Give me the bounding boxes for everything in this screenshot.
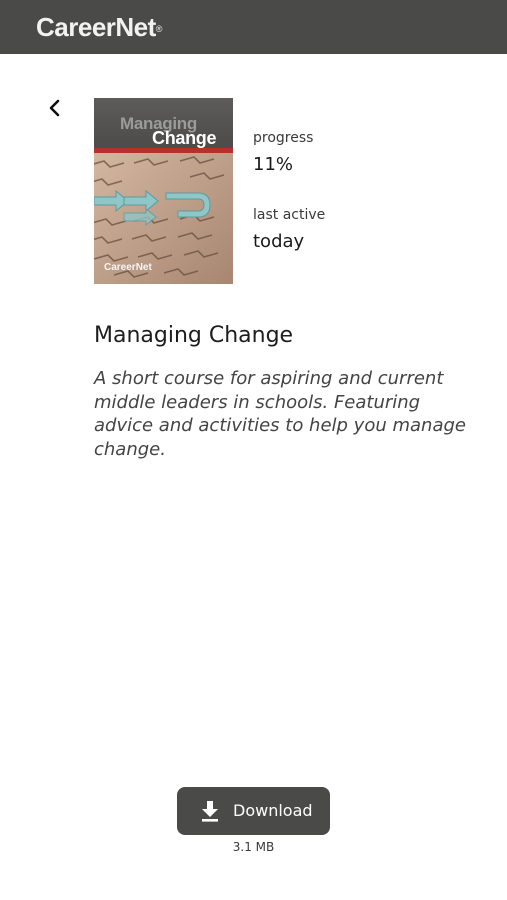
- download-icon: [202, 801, 218, 822]
- progress-value: 11%: [253, 154, 294, 175]
- top-bar: CareerNet®: [0, 0, 507, 54]
- back-button[interactable]: [44, 96, 66, 120]
- download-label: Download: [233, 801, 313, 820]
- logo-text: CareerNet: [36, 12, 156, 42]
- cover-title-line2: Change: [152, 128, 217, 148]
- file-size: 3.1 MB: [232, 840, 275, 854]
- cover-brand-logo: CareerNet: [104, 262, 152, 273]
- course-cover-image: Managing Change CareerNet: [94, 98, 233, 284]
- download-button[interactable]: Download: [177, 787, 330, 835]
- course-description: A short course for aspiring and current …: [94, 368, 466, 460]
- last-active-label: last active: [253, 207, 326, 223]
- course-title: Managing Change: [94, 323, 294, 348]
- last-active-value: today: [253, 231, 305, 252]
- logo-registered-mark: ®: [155, 24, 163, 34]
- progress-label: progress: [253, 130, 314, 146]
- chevron-left-icon: [49, 99, 60, 117]
- careernet-logo: CareerNet®: [36, 12, 162, 42]
- app-screen: CareerNet® Managing Change CareerNet pro…: [0, 0, 507, 900]
